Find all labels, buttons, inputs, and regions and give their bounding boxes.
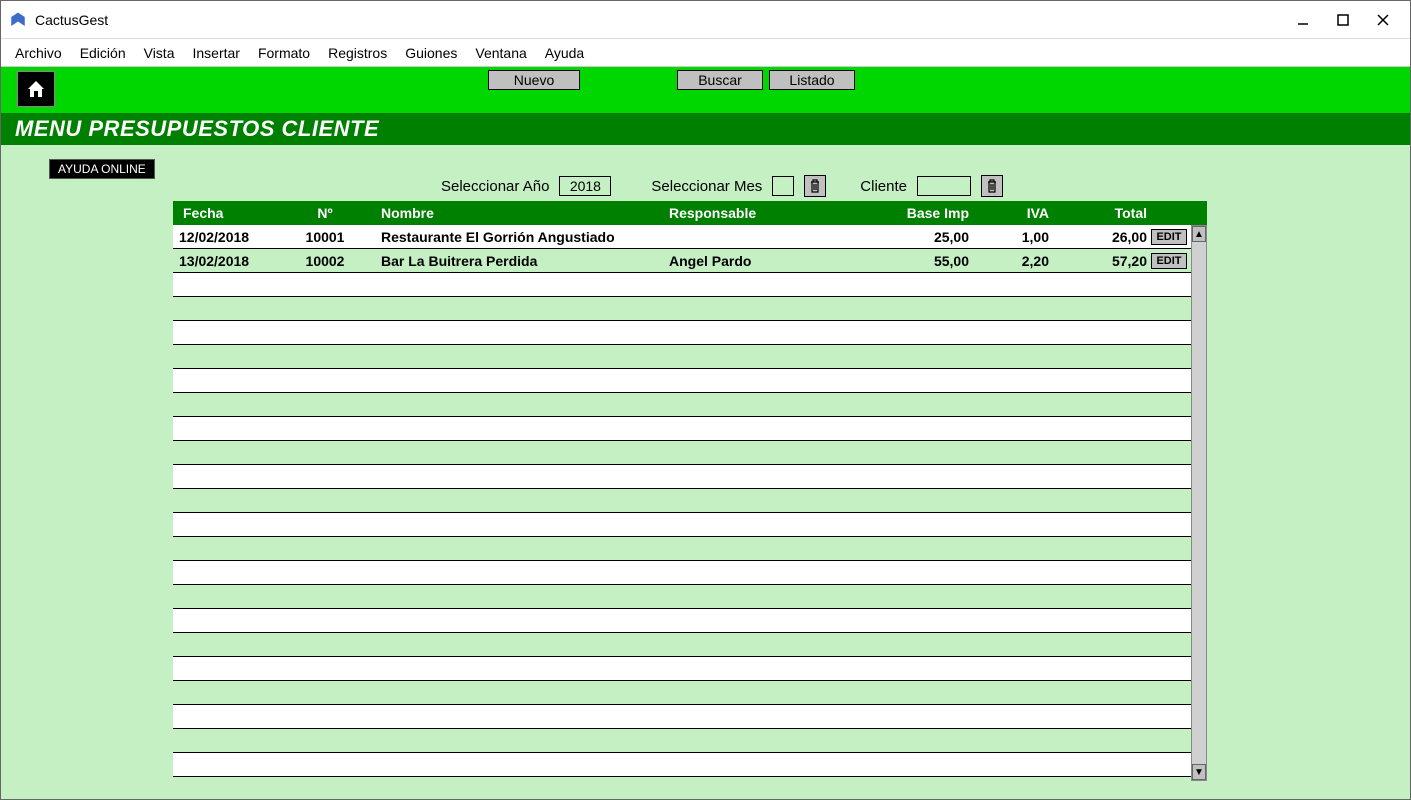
table-row[interactable]: 12/02/201810001Restaurante El Gorrión An…	[173, 225, 1207, 249]
empty-row	[173, 441, 1191, 465]
empty-row	[173, 345, 1191, 369]
table-row[interactable]: 13/02/201810002Bar La Buitrera PerdidaAn…	[173, 249, 1207, 273]
empty-row	[173, 609, 1191, 633]
nuevo-button[interactable]: Nuevo	[488, 70, 580, 90]
menu-archivo[interactable]: Archivo	[15, 45, 62, 61]
month-input[interactable]	[772, 176, 794, 196]
cell-total: 57,20	[1057, 253, 1151, 269]
empty-row	[173, 417, 1191, 441]
menu-guiones[interactable]: Guiones	[405, 45, 457, 61]
col-base: Base Imp	[869, 205, 977, 221]
edit-button[interactable]: EDIT	[1151, 253, 1187, 269]
edit-button[interactable]: EDIT	[1151, 229, 1187, 245]
minimize-button[interactable]	[1294, 11, 1312, 29]
empty-row	[173, 513, 1191, 537]
menu-ayuda[interactable]: Ayuda	[545, 45, 584, 61]
empty-row	[173, 369, 1191, 393]
empty-row	[173, 705, 1191, 729]
table-head: Fecha Nº Nombre Responsable Base Imp IVA…	[173, 201, 1207, 225]
empty-row	[173, 393, 1191, 417]
empty-row	[173, 753, 1191, 777]
window-controls	[1294, 11, 1392, 29]
table-body: 12/02/201810001Restaurante El Gorrión An…	[173, 225, 1207, 781]
titlebar: CactusGest	[1, 1, 1410, 39]
cell-num: 10001	[281, 229, 369, 245]
section-title: MENU PRESUPUESTOS CLIENTE	[15, 116, 379, 142]
cell-total: 26,00	[1057, 229, 1151, 245]
year-label: Seleccionar Año	[441, 178, 549, 195]
col-nombre: Nombre	[369, 205, 669, 221]
app-title: CactusGest	[35, 12, 1294, 28]
section-titlebar: MENU PRESUPUESTOS CLIENTE	[1, 113, 1410, 145]
trash-icon	[809, 179, 821, 193]
year-input[interactable]	[559, 176, 611, 196]
app-icon	[9, 11, 27, 29]
scrollbar[interactable]: ▲ ▼	[1191, 225, 1207, 781]
cliente-input[interactable]	[917, 176, 971, 196]
month-label: Seleccionar Mes	[651, 178, 762, 195]
app-window: CactusGest Archivo Edición Vista Inserta…	[0, 0, 1411, 800]
empty-row	[173, 777, 1191, 781]
trash-icon	[986, 179, 998, 193]
clear-cliente-button[interactable]	[981, 175, 1003, 197]
body-area: AYUDA ONLINE Seleccionar Año Seleccionar…	[1, 145, 1410, 800]
home-button[interactable]	[17, 71, 55, 107]
table: Fecha Nº Nombre Responsable Base Imp IVA…	[173, 201, 1207, 781]
close-button[interactable]	[1374, 11, 1392, 29]
cell-nombre: Restaurante El Gorrión Angustiado	[369, 229, 669, 245]
col-resp: Responsable	[669, 205, 869, 221]
ayuda-online-button[interactable]: AYUDA ONLINE	[49, 159, 155, 179]
empty-row	[173, 657, 1191, 681]
cell-nombre: Bar La Buitrera Perdida	[369, 253, 669, 269]
listado-button[interactable]: Listado	[769, 70, 855, 90]
menu-formato[interactable]: Formato	[258, 45, 310, 61]
empty-row	[173, 465, 1191, 489]
col-fecha: Fecha	[173, 205, 281, 221]
cell-fecha: 12/02/2018	[173, 229, 281, 245]
empty-row	[173, 321, 1191, 345]
col-iva: IVA	[977, 205, 1057, 221]
cliente-label: Cliente	[860, 178, 907, 195]
cell-base: 25,00	[869, 229, 977, 245]
empty-row	[173, 561, 1191, 585]
clear-month-button[interactable]	[804, 175, 826, 197]
toolbar: Nuevo Buscar Listado	[1, 67, 1410, 113]
empty-row	[173, 633, 1191, 657]
cell-num: 10002	[281, 253, 369, 269]
empty-row	[173, 681, 1191, 705]
maximize-button[interactable]	[1334, 11, 1352, 29]
buscar-button[interactable]: Buscar	[677, 70, 763, 90]
scroll-down-button[interactable]: ▼	[1192, 764, 1206, 780]
menu-registros[interactable]: Registros	[328, 45, 387, 61]
menu-edicion[interactable]: Edición	[80, 45, 126, 61]
cell-iva: 1,00	[977, 229, 1057, 245]
cell-resp: Angel Pardo	[669, 253, 869, 269]
cell-edit: EDIT	[1151, 253, 1191, 269]
cell-fecha: 13/02/2018	[173, 253, 281, 269]
empty-row	[173, 537, 1191, 561]
empty-row	[173, 729, 1191, 753]
empty-row	[173, 489, 1191, 513]
empty-row	[173, 297, 1191, 321]
empty-row	[173, 585, 1191, 609]
filters: Seleccionar Año Seleccionar Mes Cliente	[441, 175, 1003, 197]
cell-iva: 2,20	[977, 253, 1057, 269]
empty-row	[173, 273, 1191, 297]
menubar: Archivo Edición Vista Insertar Formato R…	[1, 39, 1410, 67]
cell-edit: EDIT	[1151, 229, 1191, 245]
cell-base: 55,00	[869, 253, 977, 269]
col-total: Total	[1057, 205, 1151, 221]
menu-insertar[interactable]: Insertar	[192, 45, 239, 61]
home-icon	[24, 77, 48, 101]
menu-ventana[interactable]: Ventana	[475, 45, 526, 61]
scroll-up-button[interactable]: ▲	[1192, 226, 1206, 242]
col-num: Nº	[281, 205, 369, 221]
menu-vista[interactable]: Vista	[144, 45, 175, 61]
